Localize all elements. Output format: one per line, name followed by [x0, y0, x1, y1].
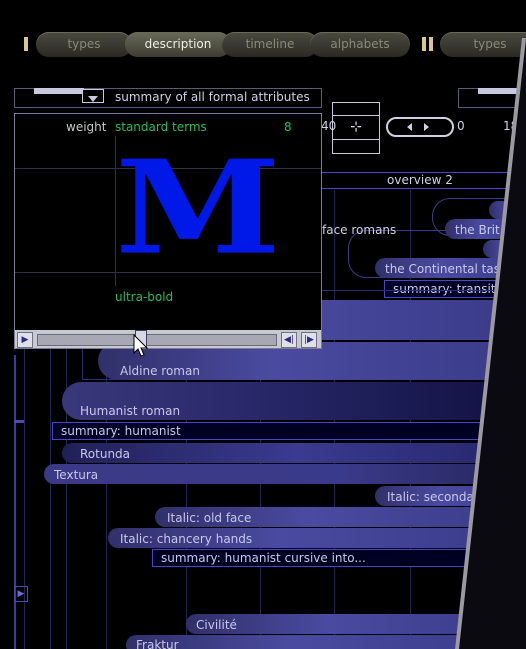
- left-right-arrows-button[interactable]: [386, 117, 454, 137]
- dropdown-arrow-icon[interactable]: [82, 89, 104, 103]
- pill-label: the Continental tas: [385, 262, 500, 276]
- crosshair-divider: [333, 139, 379, 140]
- weight-value: 8: [284, 120, 292, 134]
- tab-label: alphabets: [330, 37, 390, 51]
- pill-label: Fraktur: [136, 638, 179, 649]
- specimen-glyph: M: [115, 132, 282, 284]
- dropdown-arrow-svg: [88, 96, 98, 102]
- timeline-item-face-romans[interactable]: face romans: [322, 223, 396, 237]
- tab-timeline[interactable]: timeline: [222, 32, 318, 57]
- tab-types[interactable]: types: [36, 32, 132, 57]
- app-window: types description timeline alphabets typ…: [0, 0, 526, 649]
- tab-bar: types description timeline alphabets typ…: [0, 28, 526, 60]
- tab-label: timeline: [245, 37, 295, 51]
- tab-label: types: [473, 37, 507, 51]
- weight-name: ultra-bold: [115, 290, 174, 304]
- pill-label: Textura: [54, 468, 99, 482]
- crosshair-button[interactable]: ⊹: [332, 102, 380, 154]
- pill-label: Italic: old face: [167, 511, 252, 525]
- left-right-arrows-icon: [407, 123, 429, 131]
- weight-slider[interactable]: [37, 334, 277, 346]
- tab-scroll-left-icon[interactable]: [24, 37, 28, 51]
- tab-alphabets[interactable]: alphabets: [310, 32, 410, 57]
- pill-label: Humanist roman: [80, 404, 181, 418]
- pill-label: Italic: secondar: [387, 490, 479, 504]
- slider-step-back-icon[interactable]: ◀|: [281, 332, 297, 348]
- overview-label[interactable]: overview 2: [387, 173, 453, 187]
- weight-panel: weight standard terms 8 M ultra-bold ▶ ◀…: [14, 113, 322, 350]
- slider-play-icon[interactable]: ▶: [17, 332, 33, 348]
- summary-header-tab: [34, 88, 84, 94]
- range-start-value: 0: [457, 119, 465, 133]
- summary-humanist-box[interactable]: summary: humanist: [52, 422, 526, 440]
- timeline-marker: [14, 420, 24, 423]
- crosshair-icon: ⊹: [350, 119, 362, 135]
- pause-icon-left[interactable]: [422, 37, 426, 51]
- timeline-item-rotunda[interactable]: Rotunda: [62, 443, 526, 463]
- overview-line: [320, 188, 526, 189]
- timeline-item-italic-chancery[interactable]: Italic: chancery hands: [108, 528, 526, 548]
- tab-label: types: [67, 37, 101, 51]
- summary-header-label: summary of all formal attributes: [115, 90, 310, 104]
- pill-label: Rotunda: [80, 447, 131, 461]
- timeline-item-textura[interactable]: Textura: [44, 464, 526, 484]
- timeline-left-ruler: [14, 355, 26, 649]
- weight-label: weight: [66, 120, 107, 134]
- slider-step-forward-icon[interactable]: |▶: [301, 332, 317, 348]
- partial-left-number: 40: [321, 119, 337, 133]
- timeline-item-humanist-roman[interactable]: Humanist roman: [62, 382, 526, 420]
- pill-label: the Brit: [455, 223, 500, 237]
- tab-label: description: [144, 37, 212, 51]
- pill-label: Civilité: [196, 618, 237, 632]
- pill-label: Italic: chancery hands: [120, 532, 253, 546]
- play-icon[interactable]: ▶: [14, 586, 28, 602]
- mouse-pointer-icon: [133, 334, 149, 357]
- pause-icon-right[interactable]: [429, 37, 433, 51]
- tab-description[interactable]: description: [125, 32, 231, 57]
- tab-types-2[interactable]: types: [440, 32, 526, 57]
- pill-label: Aldine roman: [120, 364, 200, 378]
